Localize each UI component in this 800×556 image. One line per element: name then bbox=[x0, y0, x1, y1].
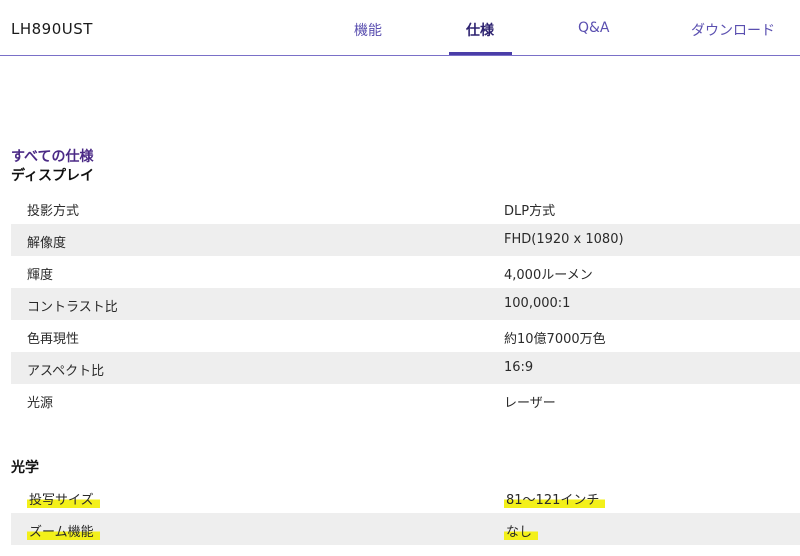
spec-value: 約10億7000万色 bbox=[504, 332, 606, 347]
spec-value: DLP方式 bbox=[504, 204, 556, 219]
tab-specs[interactable]: 仕様 bbox=[466, 20, 494, 40]
spec-label: ズーム機能 bbox=[27, 521, 100, 540]
spec-value: 100,000:1 bbox=[504, 296, 571, 311]
all-specs-title: すべての仕様 bbox=[11, 149, 94, 165]
top-navigation-bar: LH890UST 機能 仕様 Q&A ダウンロード bbox=[0, 0, 800, 56]
spec-label: 光源 bbox=[27, 396, 54, 411]
spec-value: 16:9 bbox=[504, 360, 534, 375]
spec-value: 4,000ルーメン bbox=[504, 268, 593, 283]
display-spec-table: 投影方式 DLP方式 解像度 FHD(1920 x 1080) 輝度 4,000… bbox=[11, 192, 800, 416]
spec-value: 81～121インチ bbox=[504, 489, 606, 508]
table-row: 輝度 4,000ルーメン bbox=[11, 256, 800, 288]
spec-label: 色再現性 bbox=[27, 332, 80, 347]
tab-features[interactable]: 機能 bbox=[354, 20, 382, 40]
product-name: LH890UST bbox=[11, 20, 93, 38]
spec-label: 輝度 bbox=[27, 268, 54, 283]
table-row: 色再現性 約10億7000万色 bbox=[11, 320, 800, 352]
table-row: 光源 レーザー bbox=[11, 384, 800, 416]
spec-value: レーザー bbox=[504, 396, 556, 411]
spec-label: 投写サイズ bbox=[27, 489, 100, 508]
optics-section-heading: 光学 bbox=[11, 460, 39, 476]
spec-value: FHD(1920 x 1080) bbox=[504, 232, 624, 247]
table-row: 解像度 FHD(1920 x 1080) bbox=[11, 224, 800, 256]
active-tab-indicator bbox=[449, 52, 512, 55]
tab-qa[interactable]: Q&A bbox=[578, 20, 610, 36]
spec-label: アスペクト比 bbox=[27, 364, 105, 379]
spec-label: コントラスト比 bbox=[27, 300, 118, 315]
table-row: 投写サイズ 81～121インチ bbox=[11, 481, 800, 513]
spec-label: 投影方式 bbox=[27, 204, 80, 219]
spec-label: 解像度 bbox=[27, 236, 67, 251]
table-row: アスペクト比 16:9 bbox=[11, 352, 800, 384]
optics-spec-table: 投写サイズ 81～121インチ ズーム機能 なし bbox=[11, 481, 800, 545]
tab-download[interactable]: ダウンロード bbox=[691, 20, 775, 40]
table-row: ズーム機能 なし bbox=[11, 513, 800, 545]
table-row: コントラスト比 100,000:1 bbox=[11, 288, 800, 320]
spec-value: なし bbox=[504, 521, 539, 540]
table-row: 投影方式 DLP方式 bbox=[11, 192, 800, 224]
display-section-heading: ディスプレイ bbox=[11, 168, 95, 184]
